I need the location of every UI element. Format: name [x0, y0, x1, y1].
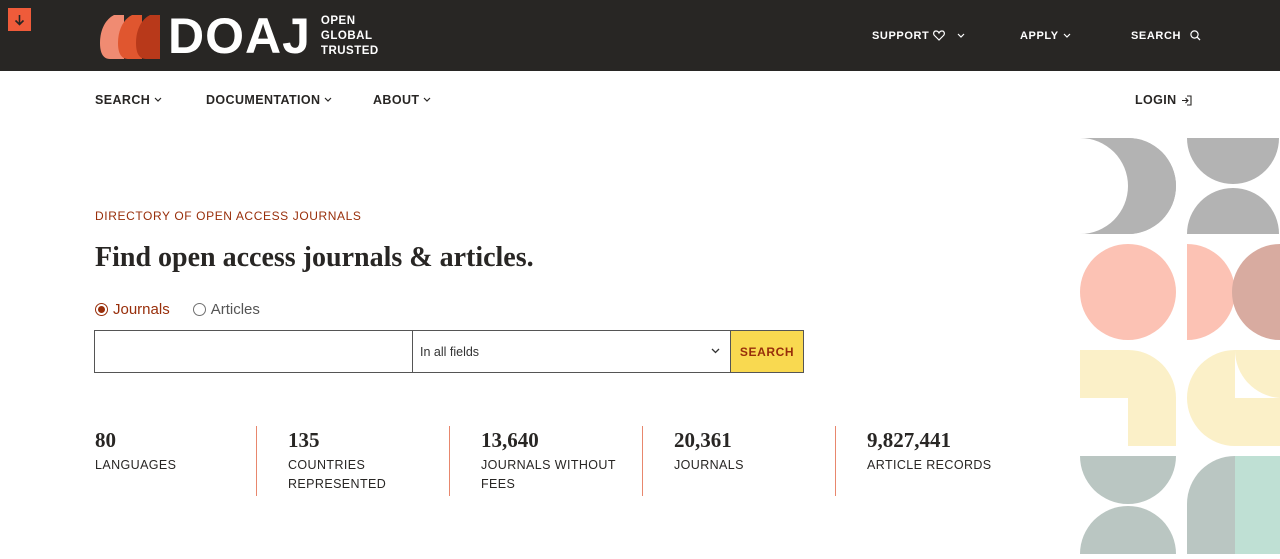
- stat-journals-without-fees: 13,640 JOURNALS WITHOUT FEES: [481, 426, 621, 496]
- chevron-down-icon: [1063, 33, 1071, 38]
- login-icon: [1181, 94, 1192, 106]
- stat-label: ARTICLE RECORDS: [867, 458, 992, 472]
- stat-countries: 135 COUNTRIES REPRESENTED: [288, 426, 398, 496]
- radio-articles-label: Articles: [210, 301, 260, 318]
- stat-value: 135: [288, 428, 320, 452]
- nav-apply[interactable]: APPLY: [1020, 0, 1071, 71]
- nav-search[interactable]: SEARCH: [1131, 0, 1201, 71]
- chevron-down-icon: [325, 97, 332, 102]
- nav-apply-label: APPLY: [1020, 29, 1059, 42]
- search-input[interactable]: [94, 330, 413, 373]
- stat-label: LANGUAGES: [95, 458, 177, 472]
- stat-divider: [256, 426, 257, 496]
- stat-divider: [449, 426, 450, 496]
- stat-value: 20,361: [674, 428, 732, 452]
- logo-tagline: OPEN GLOBAL TRUSTED: [321, 14, 379, 59]
- subnav-documentation-label: DOCUMENTATION: [206, 93, 321, 107]
- stat-value: 80: [95, 428, 116, 452]
- stat-article-records: 9,827,441 ARTICLE RECORDS: [867, 426, 1007, 496]
- doaj-logo[interactable]: DOAJ OPEN GLOBAL TRUSTED: [100, 8, 379, 64]
- page-title: Find open access journals & articles.: [95, 242, 534, 273]
- tagline-line: GLOBAL: [320, 29, 373, 42]
- tagline-line: TRUSTED: [320, 44, 379, 57]
- chevron-down-icon: [711, 348, 720, 354]
- logo-wordmark: DOAJ: [168, 8, 311, 64]
- skip-to-content-button[interactable]: [8, 8, 31, 31]
- tagline-line: OPEN: [320, 14, 356, 27]
- login-link[interactable]: LOGIN: [1135, 93, 1192, 107]
- hero-eyebrow: DIRECTORY OF OPEN ACCESS JOURNALS: [95, 209, 362, 223]
- radio-journals-label: Journals: [113, 301, 170, 318]
- chevron-down-icon: [424, 97, 431, 102]
- decorative-pattern: [1080, 138, 1280, 554]
- stat-divider: [642, 426, 643, 496]
- logo-mark-icon: [100, 15, 160, 59]
- stat-divider: [835, 426, 836, 496]
- subnav-documentation[interactable]: DOCUMENTATION: [206, 93, 332, 107]
- radio-articles[interactable]: Articles: [192, 301, 260, 318]
- subnav-about-label: ABOUT: [373, 93, 420, 107]
- stat-languages: 80 LANGUAGES: [95, 426, 235, 496]
- radio-articles-dot[interactable]: [192, 303, 206, 316]
- subnav-about[interactable]: ABOUT: [373, 93, 431, 107]
- subnav-search-label: SEARCH: [95, 93, 151, 107]
- subnav-search[interactable]: SEARCH: [95, 93, 162, 107]
- arrow-down-icon: [14, 14, 25, 26]
- stat-label: JOURNALS: [674, 458, 744, 472]
- chevron-down-icon: [957, 33, 965, 38]
- heart-icon: [933, 30, 946, 41]
- nav-support-label: SUPPORT: [872, 29, 930, 42]
- login-label: LOGIN: [1135, 93, 1177, 107]
- search-field-select[interactable]: In all fields: [412, 330, 731, 373]
- top-bar: DOAJ OPEN GLOBAL TRUSTED SUPPORT APPLY S…: [0, 0, 1280, 71]
- radio-journals-dot[interactable]: [95, 303, 108, 316]
- nav-search-label: SEARCH: [1131, 29, 1182, 42]
- stat-label: JOURNALS WITHOUT FEES: [481, 458, 616, 491]
- search-field-selected: In all fields: [420, 344, 480, 359]
- search-icon: [1190, 30, 1201, 41]
- search-button[interactable]: SEARCH: [730, 330, 804, 373]
- search-type-radios: Journals Articles: [95, 301, 283, 318]
- radio-journals[interactable]: Journals: [95, 301, 170, 318]
- stat-journals: 20,361 JOURNALS: [674, 426, 814, 496]
- stat-value: 13,640: [481, 428, 539, 452]
- chevron-down-icon: [154, 97, 162, 102]
- stat-value: 9,827,441: [867, 428, 951, 452]
- stat-label: COUNTRIES REPRESENTED: [288, 458, 387, 491]
- nav-support[interactable]: SUPPORT: [872, 0, 965, 71]
